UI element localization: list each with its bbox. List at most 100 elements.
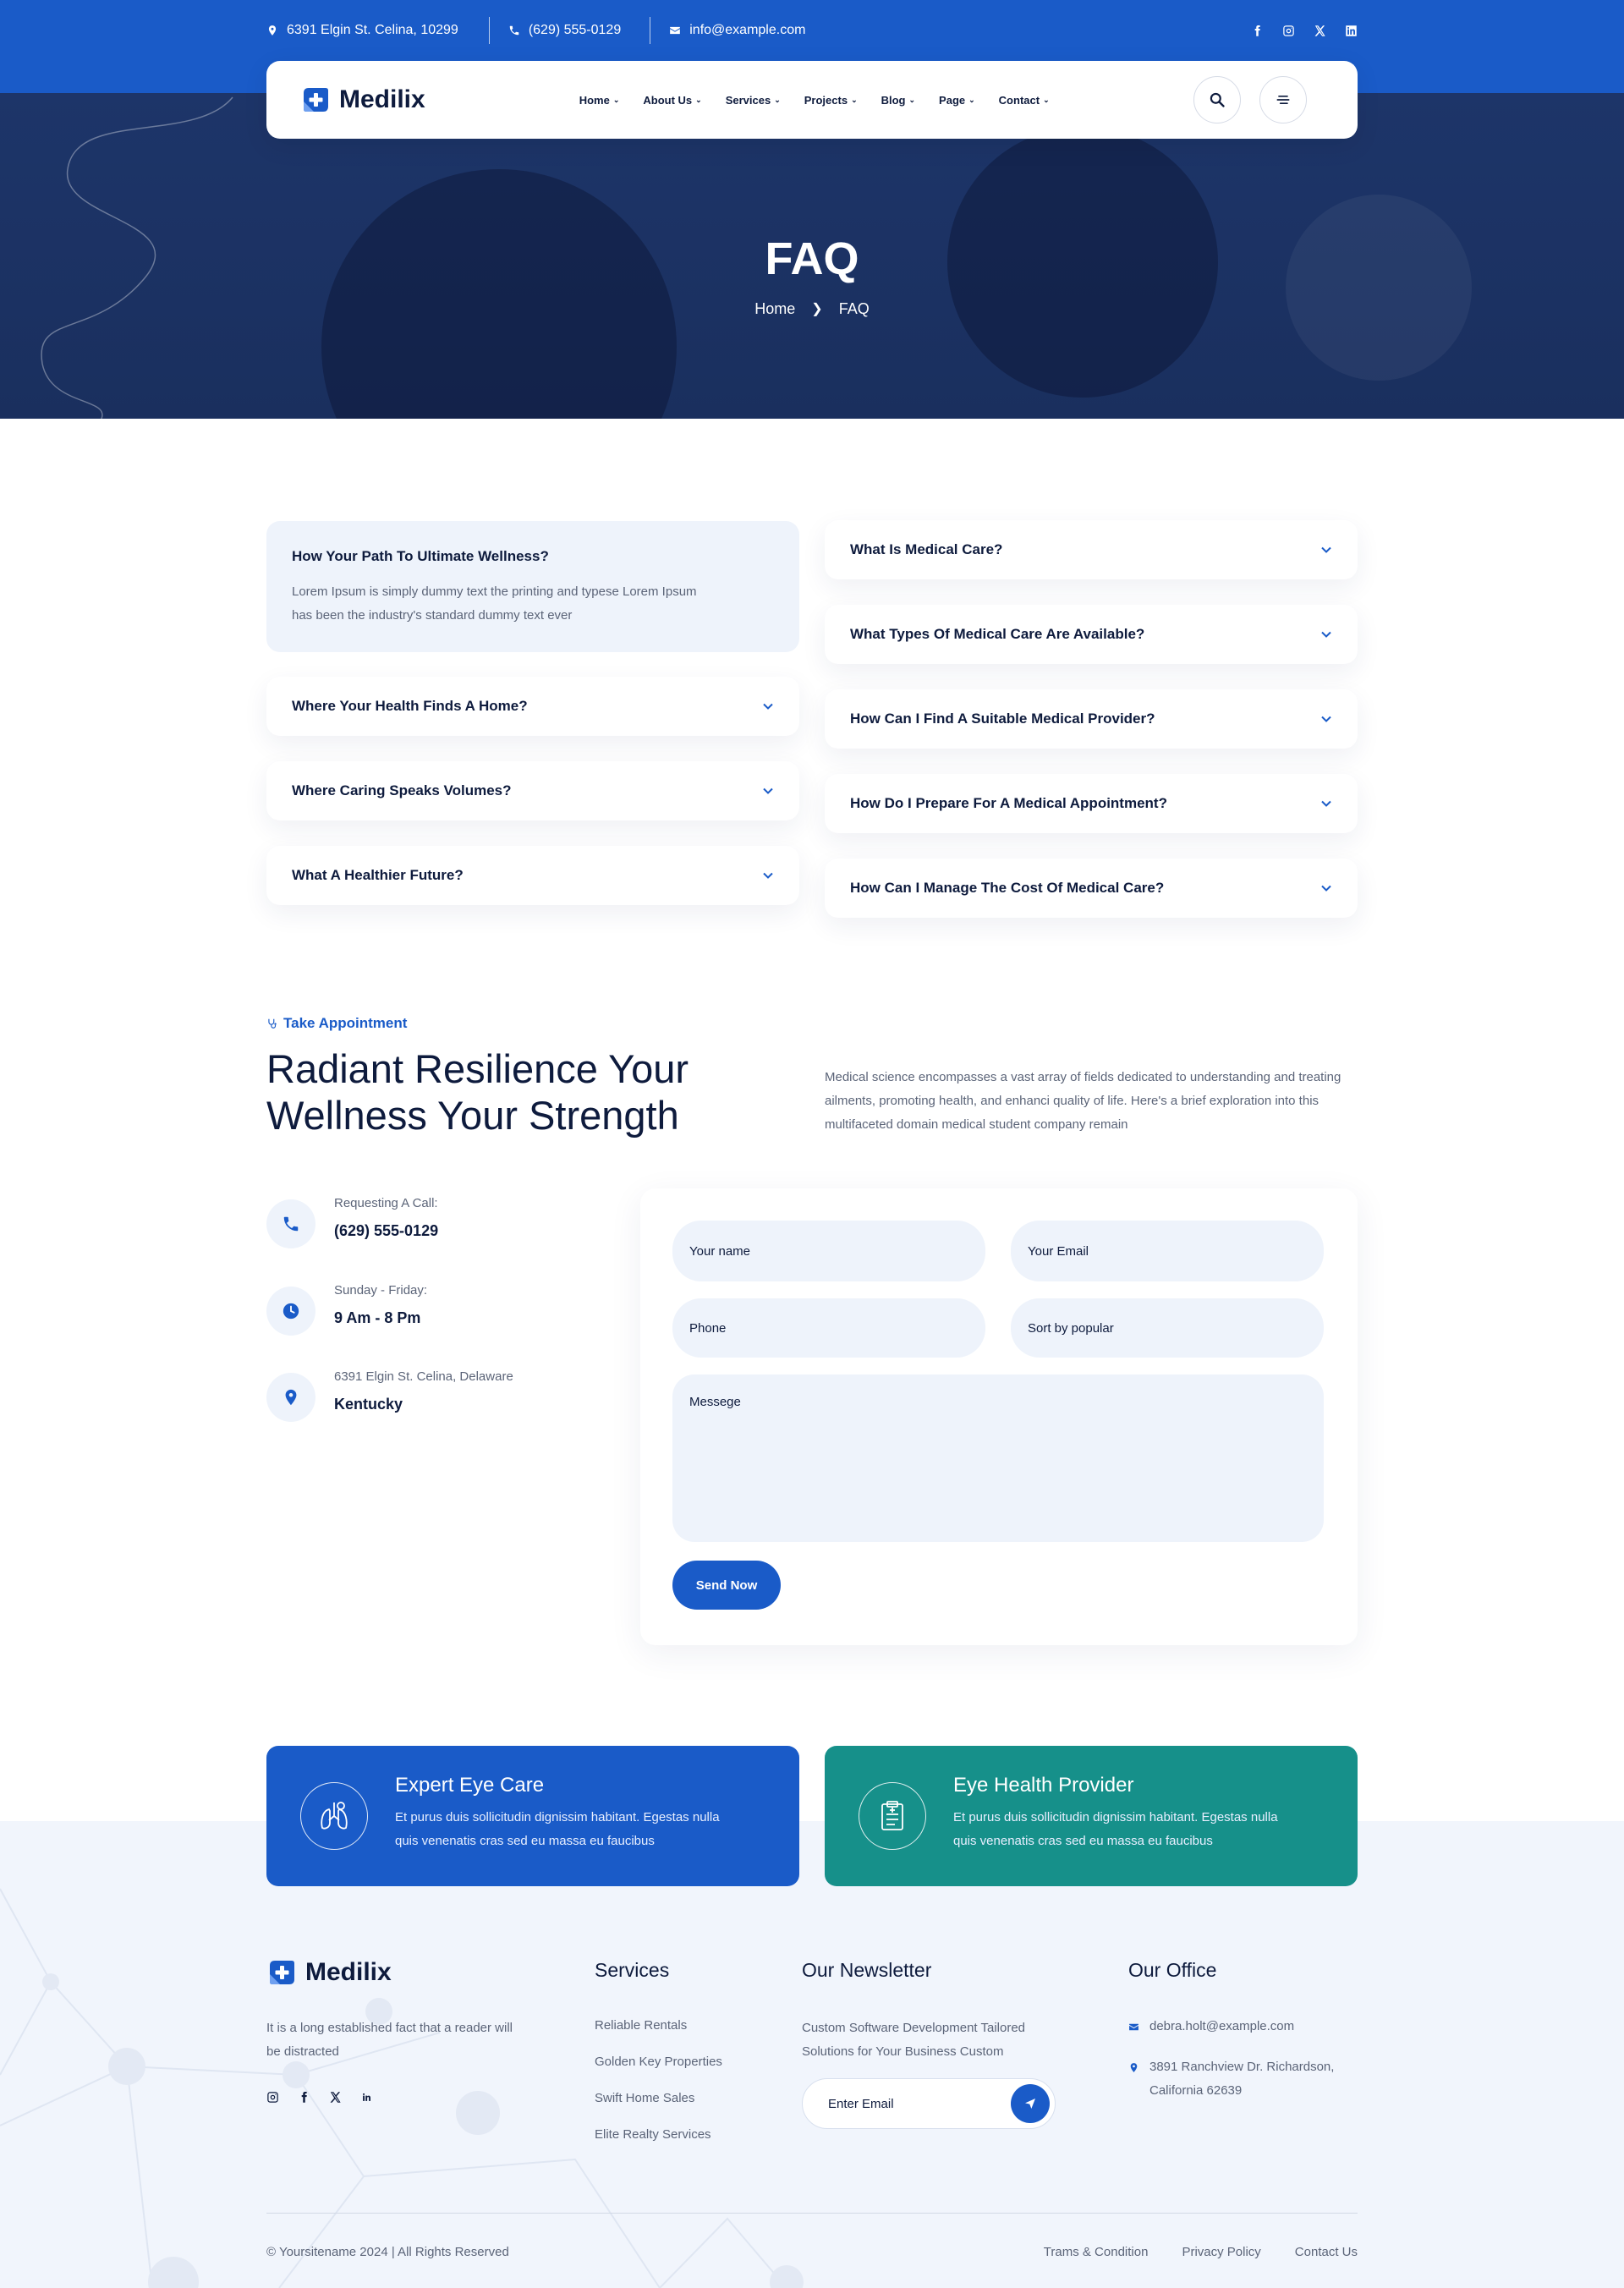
info-icon-wrap	[266, 1373, 315, 1422]
faq-question: How Your Path To Ultimate Wellness?	[292, 548, 549, 564]
clock-icon	[283, 1303, 299, 1320]
nav-item-blog[interactable]: Blog ⌄	[881, 94, 915, 107]
faq-question: Where Your Health Finds A Home?	[292, 698, 528, 714]
footer-office-email[interactable]: debra.holt@example.com	[1128, 2015, 1365, 2038]
section-tagline: Take Appointment	[266, 1015, 407, 1032]
terms-link[interactable]: Trams & Condition	[1044, 2245, 1149, 2259]
feature-title: Expert Eye Care	[395, 1774, 545, 1797]
clipboard-icon	[859, 1782, 926, 1850]
facebook-icon[interactable]	[298, 2091, 310, 2104]
contact-info-hours: Sunday - Friday: 9 Am - 8 Pm	[266, 1281, 427, 1336]
feature-card-eye-health[interactable]: Eye Health Provider Et purus duis sollic…	[825, 1746, 1358, 1886]
info-value[interactable]: (629) 555-0129	[334, 1222, 438, 1240]
feature-text: Et purus duis sollicitudin dignissim hab…	[395, 1810, 720, 1848]
topbar-email[interactable]: info@example.com	[669, 23, 805, 38]
main-navbar: Medilix Home ⌄ About Us ⌄ Services ⌄ Projec…	[266, 61, 1358, 139]
nav-item-services[interactable]: Services ⌄	[726, 94, 781, 107]
linkedin-icon[interactable]	[1345, 25, 1358, 37]
footer-office-address: 3891 Ranchview Dr. Richardson, Californi…	[1128, 2055, 1365, 2103]
mail-icon	[1129, 2023, 1138, 2031]
faq-item[interactable]: How Can I Find A Suitable Medical Provid…	[825, 689, 1358, 749]
chevron-down-icon: ⌄	[968, 95, 975, 104]
nav-item-contact[interactable]: Contact ⌄	[999, 94, 1050, 107]
breadcrumb-current: FAQ	[838, 299, 870, 317]
faq-item[interactable]: Where Your Health Finds A Home?	[266, 677, 799, 736]
footer-service-link[interactable]: Elite Realty Services	[595, 2127, 711, 2142]
nav-item-projects[interactable]: Projects ⌄	[804, 94, 858, 107]
faq-answer: Lorem Ipsum is simply dummy text the pri…	[292, 584, 697, 623]
nav-item-about[interactable]: About Us ⌄	[643, 94, 701, 107]
linkedin-icon[interactable]	[360, 2091, 373, 2104]
topbar-phone[interactable]: (629) 555-0129	[508, 23, 621, 38]
footer-social	[266, 2091, 373, 2104]
info-icon-wrap	[266, 1199, 315, 1248]
search-button[interactable]	[1193, 76, 1241, 123]
chevron-down-icon: ⌄	[612, 95, 620, 104]
x-icon[interactable]	[1314, 25, 1326, 37]
search-icon	[1210, 92, 1225, 107]
name-input[interactable]: Your name	[672, 1221, 985, 1281]
phone-input[interactable]: Phone	[672, 1298, 985, 1358]
footer-about: It is a long established fact that a rea…	[266, 2021, 513, 2059]
faq-question: What Types Of Medical Care Are Available…	[850, 626, 1145, 642]
contact-link[interactable]: Contact Us	[1295, 2245, 1358, 2259]
faq-question: What A Healthier Future?	[292, 867, 464, 883]
privacy-link[interactable]: Privacy Policy	[1182, 2245, 1260, 2259]
x-icon[interactable]	[329, 2091, 342, 2104]
faq-item[interactable]: Where Caring Speaks Volumes?	[266, 761, 799, 820]
footer-service-link[interactable]: Reliable Rentals	[595, 2018, 687, 2033]
divider	[488, 17, 490, 44]
faq-item[interactable]: What A Healthier Future?	[266, 846, 799, 905]
office-email-text: debra.holt@example.com	[1149, 2019, 1295, 2033]
menu-button[interactable]	[1259, 76, 1307, 123]
site-logo[interactable]: Medilix	[300, 85, 425, 115]
chevron-right-icon: ❯	[811, 302, 823, 317]
feature-text: Et purus duis sollicitudin dignissim hab…	[953, 1810, 1278, 1848]
footer-service-link[interactable]: Golden Key Properties	[595, 2055, 722, 2069]
footer-divider	[266, 2213, 1358, 2214]
info-value: Kentucky	[334, 1396, 403, 1413]
send-now-button[interactable]: Send Now	[672, 1561, 781, 1610]
map-pin-icon	[285, 1389, 297, 1406]
send-icon	[1025, 2099, 1035, 2109]
info-label: Requesting A Call:	[334, 1196, 438, 1210]
hero-background-image	[1286, 195, 1472, 381]
instagram-icon[interactable]	[1282, 25, 1295, 37]
newsletter-email-input[interactable]: Enter Email	[802, 2078, 1056, 2129]
chevron-down-icon	[1321, 800, 1331, 807]
clipboard-glyph	[881, 1801, 903, 1830]
faq-item-open[interactable]: How Your Path To Ultimate Wellness? Lore…	[266, 521, 799, 652]
chevron-down-icon	[1321, 885, 1331, 892]
newsletter-submit-button[interactable]	[1011, 2084, 1050, 2123]
footer-services-title: Services	[595, 1959, 670, 1981]
nav-item-home[interactable]: Home ⌄	[579, 94, 620, 107]
email-input[interactable]: Your Email	[1011, 1221, 1324, 1281]
map-pin-icon	[1130, 2063, 1138, 2072]
footer-service-link[interactable]: Swift Home Sales	[595, 2091, 694, 2105]
nav-actions	[1193, 76, 1307, 123]
hero-background-image	[321, 169, 677, 419]
faq-item[interactable]: What Is Medical Care?	[825, 520, 1358, 579]
message-textarea[interactable]: Messege	[672, 1374, 1324, 1542]
faq-item[interactable]: How Can I Manage The Cost Of Medical Car…	[825, 859, 1358, 918]
nav-item-label: Home	[579, 93, 610, 107]
footer-office-title: Our Office	[1128, 1959, 1217, 1981]
footer-logo[interactable]: Medilix	[266, 1957, 392, 1988]
chevron-down-icon: ⌄	[774, 95, 781, 104]
faq-item[interactable]: How Do I Prepare For A Medical Appointme…	[825, 774, 1358, 833]
faq-item[interactable]: What Types Of Medical Care Are Available…	[825, 605, 1358, 664]
phone-icon	[283, 1216, 299, 1232]
facebook-icon[interactable]	[1251, 25, 1264, 37]
sort-select[interactable]: Sort by popular	[1011, 1298, 1324, 1358]
feature-card-eye-care[interactable]: Expert Eye Care Et purus duis sollicitud…	[266, 1746, 799, 1886]
copyright: © Yoursitename 2024 | All Rights Reserve…	[266, 2245, 509, 2259]
instagram-icon[interactable]	[266, 2091, 279, 2104]
page-title: FAQ	[765, 233, 859, 284]
mail-icon	[670, 26, 681, 35]
nav-item-label: Services	[725, 93, 771, 107]
breadcrumb-home[interactable]: Home	[754, 300, 795, 318]
chevron-down-icon: ⌄	[1043, 95, 1050, 104]
stethoscope-icon	[268, 1018, 277, 1029]
chevron-down-icon	[1321, 716, 1331, 722]
nav-item-page[interactable]: Page ⌄	[939, 94, 975, 107]
